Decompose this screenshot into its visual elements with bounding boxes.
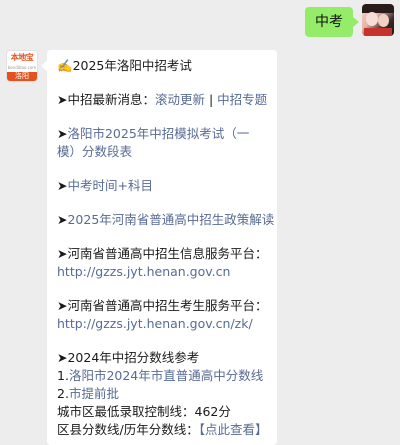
mock-exam-line: ➤洛阳市2025年中招模拟考试（一模）分数段表 bbox=[57, 125, 267, 161]
avatar-accent-shape bbox=[364, 28, 392, 36]
writing-hand-icon: ✍️ bbox=[57, 58, 73, 73]
message-title: ✍️2025年洛阳中招考试 bbox=[57, 57, 267, 75]
news-label: ➤中招最新消息： bbox=[57, 92, 155, 107]
avatar-face-shape bbox=[378, 14, 389, 27]
score-item-2: 2.市提前批 bbox=[57, 385, 267, 403]
incoming-message-bubble: ✍️2025年洛阳中招考试 ➤中招最新消息：滚动更新 | 中招专题 ➤洛阳市20… bbox=[41, 50, 277, 445]
incoming-message-row: 本地宝 bendibao.com 洛阳 ✍️2025年洛阳中招考试 ➤中招最新消… bbox=[6, 50, 277, 445]
bot-logo-subtext: bendibao.com bbox=[7, 64, 37, 70]
exam-platform-url-link[interactable]: http://gzzs.jyt.henan.gov.cn/zk/ bbox=[57, 315, 267, 333]
bot-logo-text: 本地宝 bbox=[10, 53, 34, 62]
early-batch-link[interactable]: 市提前批 bbox=[69, 386, 119, 401]
mock-exam-score-link[interactable]: 洛阳市2025年中招模拟考试（一模）分数段表 bbox=[57, 126, 249, 159]
outgoing-message-bubble[interactable]: 中考 bbox=[305, 7, 359, 37]
exam-time-link[interactable]: 中考时间+科目 bbox=[67, 178, 152, 193]
avatar-face-shape bbox=[366, 12, 378, 26]
view-here-link[interactable]: 【点此查看】 bbox=[199, 422, 268, 437]
news-separator: | bbox=[205, 92, 218, 107]
zhongzhao-topic-link[interactable]: 中招专题 bbox=[217, 92, 267, 107]
county-score-line: 区县分数线/历年分数线：【点此查看】 bbox=[57, 421, 267, 439]
city-min-score-line: 城市区最低录取控制线：462分 bbox=[57, 403, 267, 421]
bot-avatar[interactable]: 本地宝 bendibao.com 洛阳 bbox=[6, 50, 38, 82]
exam-time-line: ➤中考时间+科目 bbox=[57, 177, 267, 195]
scores-title: ➤2024年中招分数线参考 bbox=[57, 350, 200, 365]
arrow-bullet: ➤ bbox=[57, 212, 68, 227]
user-avatar[interactable] bbox=[362, 4, 394, 36]
outgoing-message-row: 中考 bbox=[305, 4, 394, 37]
score-item-number: 2. bbox=[57, 386, 69, 401]
avatar-hair-shape bbox=[362, 4, 394, 13]
exam-platform-label: ➤河南省普通高中招生考生服务平台： bbox=[57, 298, 268, 313]
info-platform-url-link[interactable]: http://gzzs.jyt.henan.gov.cn bbox=[57, 263, 267, 281]
score-item-1: 1.洛阳市2024年市直普通高中分数线 bbox=[57, 367, 267, 385]
rolling-update-link[interactable]: 滚动更新 bbox=[155, 92, 205, 107]
news-line: ➤中招最新消息：滚动更新 | 中招专题 bbox=[57, 91, 267, 109]
outgoing-message-text: 中考 bbox=[315, 14, 343, 30]
arrow-bullet: ➤ bbox=[57, 178, 68, 193]
bot-logo-city: 洛阳 bbox=[7, 72, 37, 81]
arrow-bullet: ➤ bbox=[57, 126, 68, 141]
city-min-score-value: 462分 bbox=[194, 404, 231, 419]
county-score-label: 区县分数线/历年分数线： bbox=[57, 422, 199, 437]
message-title-text: 2025年洛阳中招考试 bbox=[72, 58, 192, 73]
policy-line: ➤2025年河南省普通高中招生政策解读 bbox=[57, 211, 274, 229]
score-item-number: 1. bbox=[57, 368, 69, 383]
info-platform-label: ➤河南省普通高中招生信息服务平台： bbox=[57, 246, 268, 261]
policy-interpretation-link[interactable]: 2025年河南省普通高中招生政策解读 bbox=[67, 212, 274, 227]
city-min-score-label: 城市区最低录取控制线： bbox=[57, 404, 195, 419]
city-score-link[interactable]: 洛阳市2024年市直普通高中分数线 bbox=[69, 368, 263, 383]
